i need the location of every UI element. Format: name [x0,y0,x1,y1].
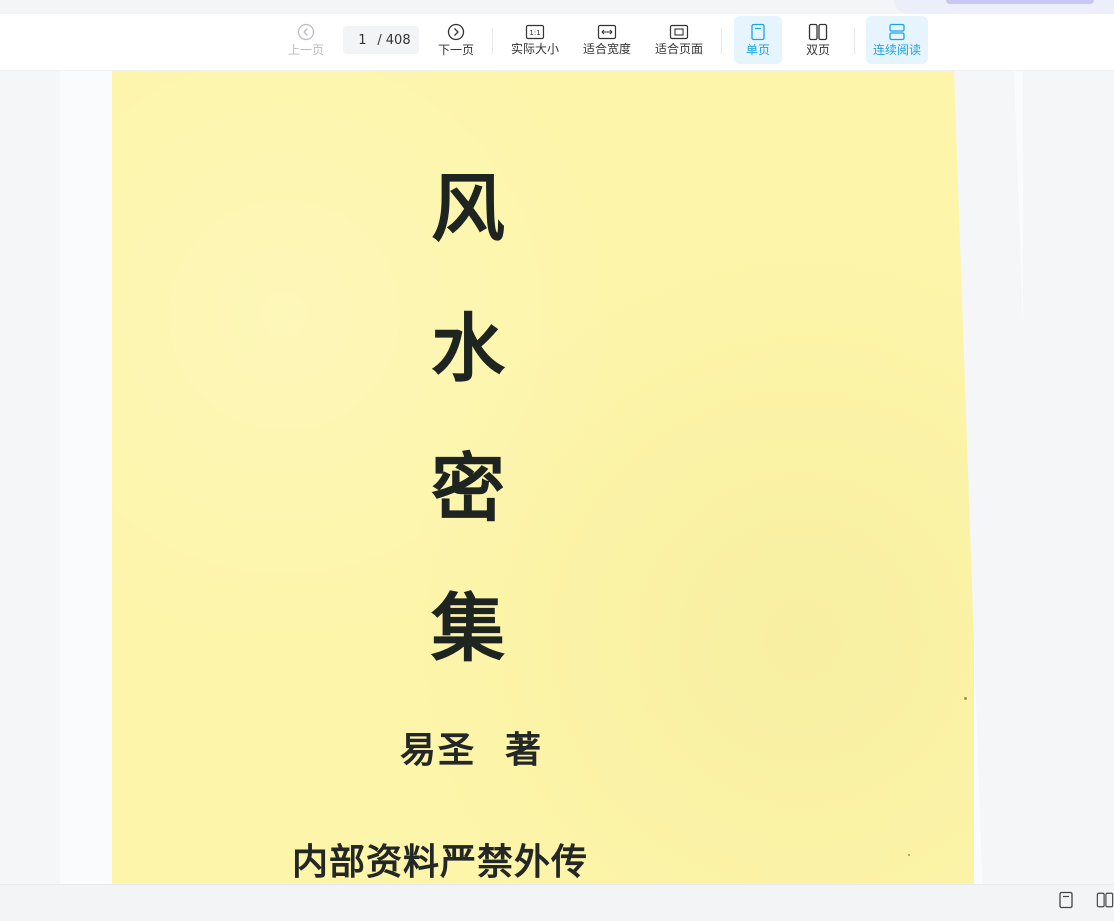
toolbar-divider [721,28,722,54]
top-strip [0,0,1114,14]
page-edge-shadow [954,71,1043,884]
prev-page-label: 上一页 [287,43,324,57]
actual-size-button[interactable]: 1:1 实际大小 [506,16,564,64]
book-author: 易圣 著 [400,730,544,771]
chevron-right-circle-icon [447,23,465,41]
paper-speck [908,854,910,856]
fit-page-label: 适合页面 [654,42,703,56]
confidential-notice: 内部资料严禁外传 [292,842,589,883]
fit-page-button[interactable]: 适合页面 [650,16,708,64]
page-separator: / [377,32,382,48]
prev-page-button[interactable]: 上一页 [286,16,326,64]
document-viewport[interactable]: 风 水 密 集 易圣 著 内部资料严禁外传 [0,71,1114,884]
title-char-4: 集 [431,586,505,672]
continuous-scroll-icon [889,23,905,41]
viewer-toolbar: 上一页 / 408 下一页 1:1 实际大小 适合宽度 适合页面 [0,14,1114,71]
actual-size-icon: 1:1 [525,24,545,40]
double-page-button[interactable]: 双页 [794,16,842,64]
chevron-left-circle-icon [297,23,315,41]
single-page-icon [751,23,765,41]
total-pages: 408 [385,32,411,48]
title-char-2: 水 [431,306,505,392]
continuous-reading-button[interactable]: 连续阅读 [866,16,928,64]
next-page-button[interactable]: 下一页 [436,16,476,64]
page-indicator: / 408 [343,26,419,54]
top-accent [894,0,1114,14]
toolbar-divider [854,28,855,54]
paper-speck [964,697,967,700]
bottom-status-bar [0,884,1114,921]
fit-width-button[interactable]: 适合宽度 [578,16,636,64]
top-accent-pill[interactable] [946,0,1094,4]
document-page: 风 水 密 集 易圣 著 内部资料严禁外传 [112,71,1043,884]
title-char-1: 风 [431,166,505,252]
actual-size-label: 实际大小 [510,42,559,56]
double-page-status-icon[interactable] [1096,891,1114,911]
continuous-reading-label: 连续阅读 [872,43,921,57]
single-page-label: 单页 [745,43,770,57]
single-page-status-icon[interactable] [1058,891,1078,911]
title-char-3: 密 [431,446,505,532]
single-page-button[interactable]: 单页 [734,16,782,64]
double-page-icon [808,23,828,41]
fit-width-label: 适合宽度 [582,42,631,56]
fit-page-icon [669,24,689,40]
double-page-label: 双页 [805,43,830,57]
current-page-input[interactable] [351,32,374,48]
fit-width-icon [597,24,617,40]
svg-text:1:1: 1:1 [529,29,540,37]
next-page-label: 下一页 [437,43,474,57]
toolbar-divider [492,28,493,54]
